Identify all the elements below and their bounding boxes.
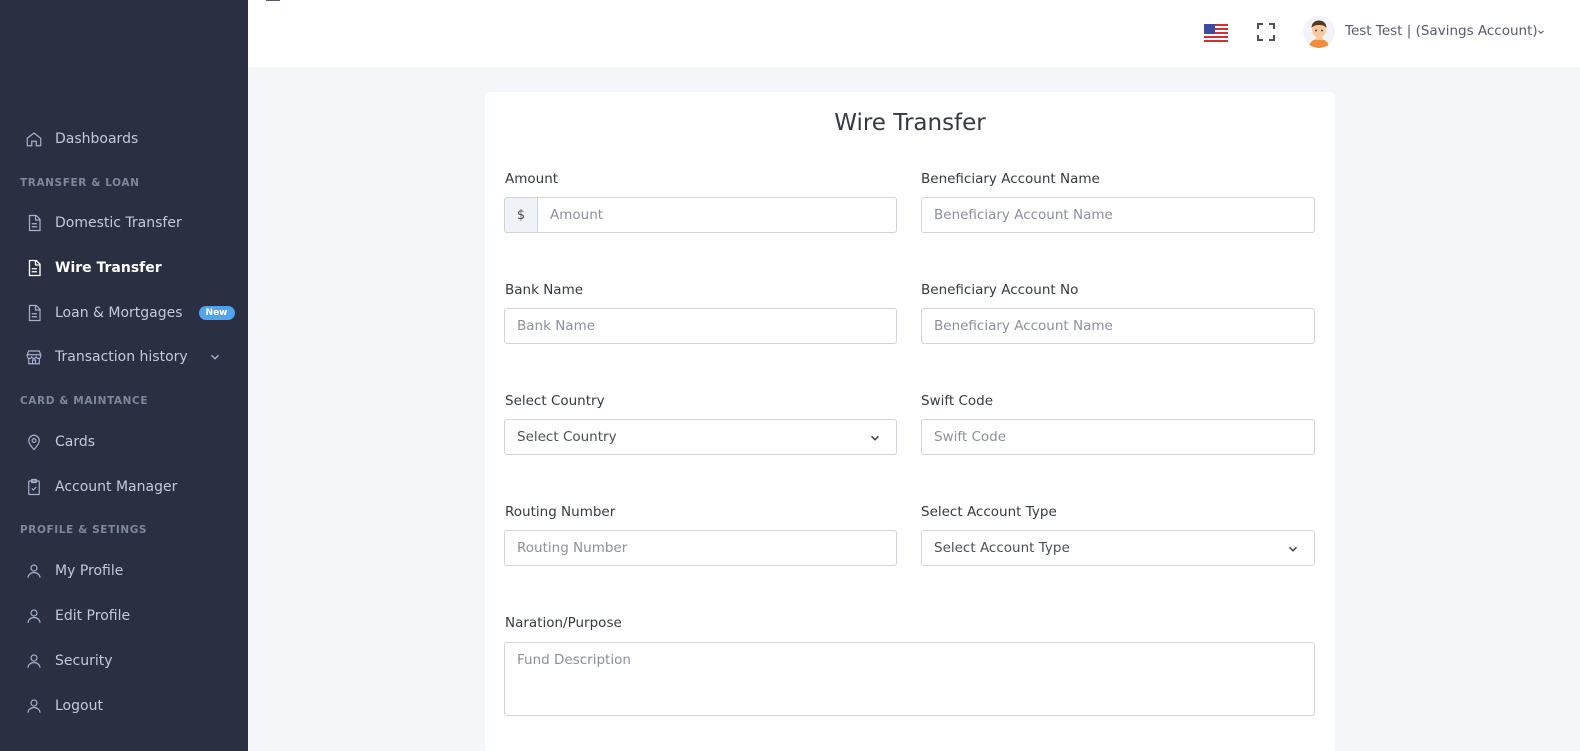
sidebar-item-label: Security [55,653,113,669]
account-type-select[interactable]: Select Account Type [921,530,1315,566]
swift-input[interactable] [921,419,1315,455]
purpose-label: Naration/Purpose [505,615,622,631]
sidebar-item-label: Logout [55,698,103,714]
chevron-down-icon [871,435,879,441]
purpose-textarea[interactable] [504,642,1315,716]
country-select-value: Select Country [517,429,617,445]
sidebar-item-security[interactable]: Security [0,643,248,679]
us-flag-icon[interactable] [1204,24,1228,42]
account-type-label: Select Account Type [921,504,1057,520]
clipboard-check-icon [25,478,43,496]
beneficiary-no-input[interactable] [921,308,1315,344]
sidebar-item-label: Wire Transfer [55,260,162,276]
user-icon [25,562,43,580]
new-badge: New [198,306,235,320]
sidebar-item-label: Account Manager [55,479,178,495]
beneficiary-name-label: Beneficiary Account Name [921,171,1100,187]
country-label: Select Country [505,393,605,409]
sidebar-item-dashboards[interactable]: Dashboards [0,121,248,157]
wire-transfer-card: Wire Transfer Amount $ Beneficiary Accou… [485,92,1335,751]
bank-name-label: Bank Name [505,282,584,298]
chevron-down-icon [1289,546,1297,552]
beneficiary-name-input[interactable] [921,197,1315,233]
store-icon [25,348,43,366]
sidebar-item-my-profile[interactable]: My Profile [0,553,248,589]
currency-addon: $ [504,197,538,233]
sidebar-section-card: CARD & MAINTANCE [20,395,149,407]
sidebar-item-cards[interactable]: Cards [0,424,248,460]
sidebar-item-label: Transaction history [55,349,188,365]
sidebar-section-profile: PROFILE & SETINGS [20,524,148,536]
sidebar-item-transaction-history[interactable]: Transaction history [0,339,248,375]
sidebar-item-wire-transfer[interactable]: Wire Transfer [0,250,248,286]
document-icon [25,304,43,322]
account-type-select-value: Select Account Type [934,540,1070,556]
user-name[interactable]: Test Test | (Savings Account) [1345,23,1538,39]
sidebar-item-label: Dashboards [55,131,139,147]
beneficiary-no-label: Beneficiary Account No [921,282,1079,298]
avatar[interactable] [1303,16,1335,48]
country-select[interactable]: Select Country [504,419,897,455]
fullscreen-icon[interactable] [1256,22,1276,42]
sidebar-item-edit-profile[interactable]: Edit Profile [0,598,248,634]
user-icon [25,652,43,670]
topbar: Test Test | (Savings Account) [248,0,1580,67]
document-icon [25,214,43,232]
sidebar-section-transfer: TRANSFER & LOAN [20,177,140,189]
map-pin-icon [25,433,43,451]
sidebar-item-domestic-transfer[interactable]: Domestic Transfer [0,205,248,241]
routing-label: Routing Number [505,504,616,520]
user-icon [25,607,43,625]
sidebar-item-label: My Profile [55,563,124,579]
document-icon [25,259,43,277]
user-icon [25,697,43,715]
sidebar-item-logout[interactable]: Logout [0,688,248,724]
sidebar-item-account-manager[interactable]: Account Manager [0,469,248,505]
amount-label: Amount [505,171,559,187]
chevron-down-icon[interactable] [1536,27,1546,37]
routing-input[interactable] [504,530,897,566]
sidebar-item-label: Edit Profile [55,608,131,624]
sidebar-item-label: Cards [55,434,96,450]
swift-label: Swift Code [921,393,994,409]
chevron-down-icon [211,354,219,360]
sidebar: Dashboards TRANSFER & LOAN Domestic Tran… [0,0,248,751]
home-icon [25,130,43,148]
page-title: Wire Transfer [834,110,986,136]
sidebar-item-label: Loan & Mortgages [55,305,183,321]
amount-input[interactable] [537,197,897,233]
hamburger-menu-icon[interactable] [266,0,284,6]
sidebar-item-loan-mortgages[interactable]: Loan & Mortgages New [0,295,248,331]
bank-name-input[interactable] [504,308,897,344]
sidebar-item-label: Domestic Transfer [55,215,182,231]
